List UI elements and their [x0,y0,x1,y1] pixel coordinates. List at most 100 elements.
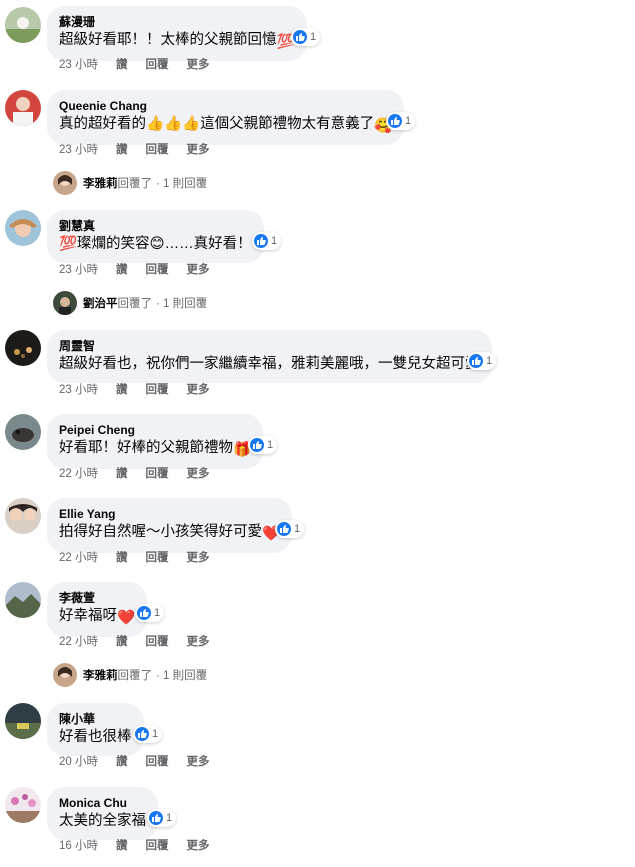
comment-bubble: 周靈智 超級好看也，祝你們一家繼續幸福，雅莉美麗哦，一雙兒女超可愛 [47,330,492,383]
timestamp[interactable]: 20 小時 [59,756,98,768]
like-icon [135,727,149,741]
more-button[interactable]: 更多 [187,264,210,276]
like-icon [388,114,402,128]
like-button[interactable]: 讚 [116,59,128,71]
like-icon [137,606,151,620]
comment-body: 拍得好自然喔～小孩笑得好可愛 [59,524,262,540]
comment-text: 真的超好看的👍👍👍這個父親節禮物太有意義了🥰 [59,114,392,136]
comment-author[interactable]: 蘇漫珊 [59,14,295,30]
more-button[interactable]: 更多 [187,636,210,648]
avatar[interactable] [5,414,41,450]
like-count: 1 [152,728,159,740]
like-button[interactable]: 讚 [116,636,128,648]
like-button[interactable]: 讚 [116,840,128,852]
like-button[interactable]: 讚 [116,264,128,276]
comment-text: 好看耶！好棒的父親節禮物🎁 [59,438,251,460]
reply-button[interactable]: 回覆 [146,552,169,564]
comment-bubble: 李薇萱 好幸福呀❤️ [47,582,148,637]
reply-button[interactable]: 回覆 [146,756,169,768]
reaction-count[interactable]: 1 [147,809,177,827]
reply-button[interactable]: 回覆 [146,59,169,71]
like-count: 1 [154,607,161,619]
timestamp[interactable]: 16 小時 [59,840,98,852]
reply-button[interactable]: 回覆 [146,144,169,156]
avatar[interactable] [5,90,41,126]
timestamp[interactable]: 23 小時 [59,59,98,71]
comment-author[interactable]: 李薇萱 [59,590,135,606]
comment-meta: 22 小時 讚 回覆 更多 [59,549,228,565]
like-icon [277,522,291,536]
timestamp[interactable]: 22 小時 [59,468,98,480]
timestamp[interactable]: 22 小時 [59,636,98,648]
reply-count: · 1 則回覆 [156,298,208,310]
comment-meta: 23 小時 讚 回覆 更多 [59,381,228,397]
like-button[interactable]: 讚 [116,756,128,768]
reaction-count[interactable]: 1 [135,604,165,622]
reaction-count[interactable]: 1 [275,520,305,538]
timestamp[interactable]: 23 小時 [59,384,98,396]
reply-button[interactable]: 回覆 [146,840,169,852]
more-button[interactable]: 更多 [187,756,210,768]
reply-summary[interactable]: 李雅莉 回覆了 · 1 則回覆 [47,171,207,195]
more-button[interactable]: 更多 [187,840,210,852]
timestamp[interactable]: 23 小時 [59,264,98,276]
reply-button[interactable]: 回覆 [146,264,169,276]
more-button[interactable]: 更多 [187,384,210,396]
comment-bubble: Monica Chu 太美的全家福 [47,787,158,840]
avatar[interactable] [5,7,41,43]
reply-action: 回覆了 [117,298,153,310]
like-count: 1 [166,812,173,824]
comment-bubble: Ellie Yang 拍得好自然喔～小孩笑得好可愛❤️ [47,498,293,553]
comment-text: 拍得好自然喔～小孩笑得好可愛❤️ [59,522,280,544]
comment-bubble: 蘇漫珊 超級好看耶！！太棒的父親節回憶💯 [47,6,307,61]
timestamp[interactable]: 22 小時 [59,552,98,564]
comment-meta: 20 小時 讚 回覆 更多 [59,753,228,769]
comment-text: 太美的全家福 [59,811,146,831]
avatar[interactable] [5,498,41,534]
reply-count: · 1 則回覆 [156,670,208,682]
avatar[interactable] [5,787,41,823]
comment-meta: 23 小時 讚 回覆 更多 [59,261,228,277]
reaction-count[interactable]: 1 [252,232,282,250]
reply-button[interactable]: 回覆 [146,468,169,480]
like-button[interactable]: 讚 [116,468,128,480]
comment-author[interactable]: Peipei Cheng [59,422,251,438]
like-icon [149,811,163,825]
more-button[interactable]: 更多 [187,552,210,564]
avatar[interactable] [5,210,41,246]
comment-author[interactable]: Monica Chu [59,795,146,811]
like-button[interactable]: 讚 [116,144,128,156]
more-button[interactable]: 更多 [187,144,210,156]
like-icon [469,354,483,368]
timestamp[interactable]: 23 小時 [59,144,98,156]
comment-text: 💯璨爛的笑容😊……真好看！ [59,234,252,254]
comment-author[interactable]: Queenie Chang [59,98,392,114]
avatar [53,663,77,687]
avatar[interactable] [5,330,41,366]
comment-author[interactable]: 周靈智 [59,338,480,354]
reply-action: 回覆了 [117,670,153,682]
reply-button[interactable]: 回覆 [146,384,169,396]
reply-summary[interactable]: 李雅莉 回覆了 · 1 則回覆 [47,663,207,687]
reaction-count[interactable]: 1 [291,28,321,46]
more-button[interactable]: 更多 [187,59,210,71]
avatar[interactable] [5,582,41,618]
comment-author[interactable]: 劉慧真 [59,218,252,234]
reaction-count[interactable]: 1 [248,436,278,454]
like-button[interactable]: 讚 [116,552,128,564]
comment-author[interactable]: 陳小華 [59,711,132,727]
more-button[interactable]: 更多 [187,468,210,480]
avatar[interactable] [5,703,41,739]
comment-body: 好幸福呀 [59,608,117,624]
comment-body: 好看也很棒 [59,729,132,745]
reaction-count[interactable]: 1 [386,112,416,130]
reply-summary[interactable]: 劉治平 回覆了 · 1 則回覆 [47,291,207,315]
comment-author[interactable]: Ellie Yang [59,506,280,522]
reply-button[interactable]: 回覆 [146,636,169,648]
comment-bubble: 陳小華 好看也很棒 [47,703,144,756]
reaction-count[interactable]: 1 [467,352,497,370]
like-count: 1 [405,115,412,127]
comment-text: 好看也很棒 [59,727,132,747]
like-button[interactable]: 讚 [116,384,128,396]
reaction-count[interactable]: 1 [133,725,163,743]
